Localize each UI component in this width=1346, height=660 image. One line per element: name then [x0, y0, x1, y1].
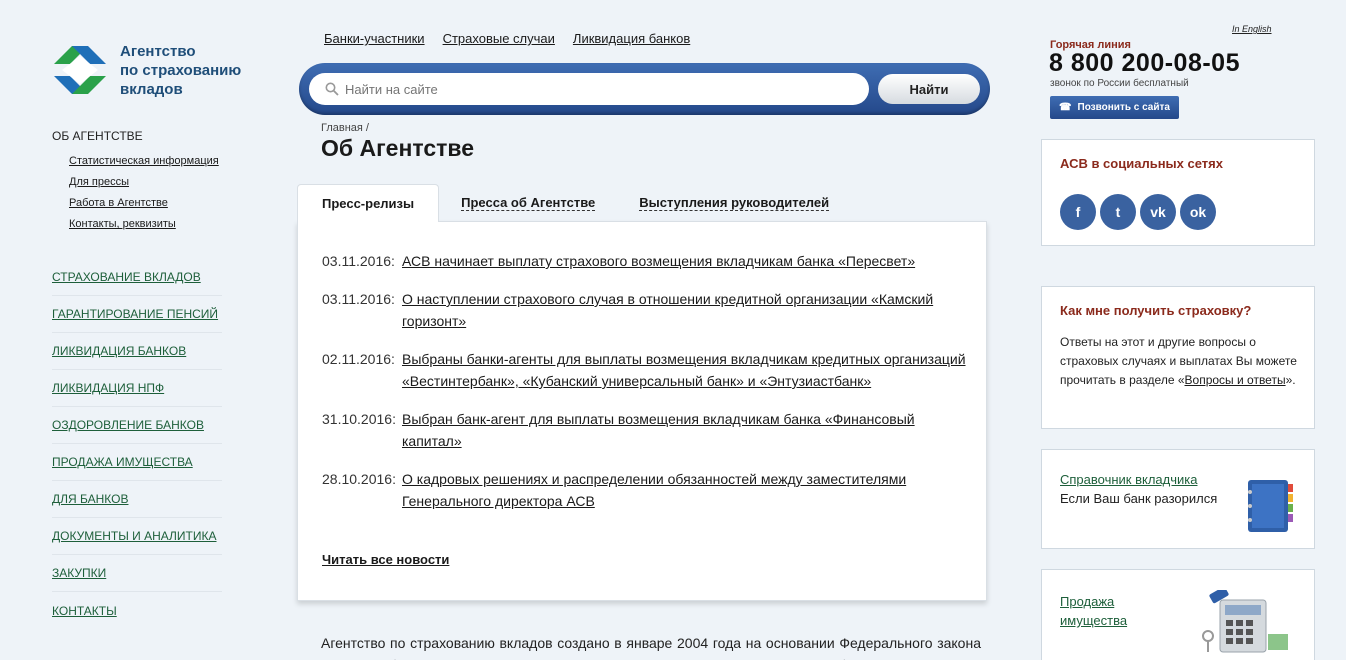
tab-speeches[interactable]: Выступления руководителей [617, 184, 851, 222]
sub-nav-link[interactable]: Для прессы [69, 176, 129, 188]
intro-text: Агентство по страхованию вкладов создано… [321, 635, 981, 660]
search-input[interactable] [345, 81, 845, 97]
news-item: 03.11.2016: АСВ начинает выплату страхов… [322, 250, 972, 272]
sub-nav-link[interactable]: Контакты, реквизиты [69, 218, 176, 230]
odnoklassniki-icon[interactable]: ok [1180, 194, 1216, 230]
main-nav-item: СТРАХОВАНИЕ ВКЛАДОВ [52, 259, 222, 296]
news-item: 28.10.2016: О кадровых решениях и распре… [322, 468, 972, 512]
news-panel: 03.11.2016: АСВ начинает выплату страхов… [297, 221, 987, 601]
sub-nav-link[interactable]: Работа в Агентстве [69, 197, 168, 209]
hotline-number: 8 800 200-08-05 [1049, 49, 1240, 77]
tab-label: Выступления руководителей [639, 194, 830, 211]
main-nav-link[interactable]: ЛИКВИДАЦИЯ НПФ [52, 381, 164, 395]
site-logo[interactable]: Агентство по страхованию вкладов [50, 40, 270, 100]
logo-line: Агентство [120, 42, 196, 60]
search-icon [325, 82, 339, 96]
faq-text-after: ». [1285, 373, 1296, 387]
logo-line: по страхованию [120, 61, 242, 79]
social-icons: f t vk ok [1060, 194, 1216, 230]
main-nav-link[interactable]: ГАРАНТИРОВАНИЕ ПЕНСИЙ [52, 307, 218, 321]
english-version-link[interactable]: In English [1232, 24, 1272, 34]
news-link[interactable]: АСВ начинает выплату страхового возмещен… [402, 250, 972, 272]
news-date: 03.11.2016: [322, 291, 395, 307]
read-all-news-link[interactable]: Читать все новости [322, 552, 449, 567]
main-nav-item: ПРОДАЖА ИМУЩЕСТВА [52, 444, 222, 481]
property-sale-box: Продажа имущества [1041, 569, 1315, 660]
faq-title: Как мне получить страховку? [1060, 303, 1252, 318]
social-box: АСВ в социальных сетях f t vk ok [1041, 139, 1315, 246]
main-nav-link[interactable]: ДЛЯ БАНКОВ [52, 492, 128, 506]
news-date: 28.10.2016: [322, 471, 396, 487]
main-nav-item: ЛИКВИДАЦИЯ НПФ [52, 370, 222, 407]
news-date: 31.10.2016: [322, 411, 396, 427]
tab-press-releases[interactable]: Пресс-релизы [297, 184, 440, 222]
top-links: Банки-участники Страховые случаи Ликвида… [324, 31, 690, 46]
vk-icon[interactable]: vk [1140, 194, 1176, 230]
logo-text: Агентство по страхованию вкладов [120, 42, 241, 99]
sub-nav-item: Для прессы [69, 176, 219, 188]
breadcrumb[interactable]: Главная / [321, 122, 369, 134]
twitter-icon[interactable]: t [1100, 194, 1136, 230]
sub-nav: Статистическая информация Для прессы Раб… [69, 156, 219, 240]
news-item: 03.11.2016: О наступлении страхового слу… [322, 288, 972, 332]
social-title: АСВ в социальных сетях [1060, 156, 1223, 171]
page-title: Об Агентстве [321, 135, 475, 161]
depositor-guide-box: Справочник вкладчика Если Ваш банк разор… [1041, 449, 1315, 549]
depositor-guide-text: Если Ваш банк разорился [1060, 491, 1218, 506]
main-nav-link[interactable]: ОЗДОРОВЛЕНИЕ БАНКОВ [52, 418, 204, 432]
phone-icon: ☎ [1059, 102, 1072, 113]
main-nav-link[interactable]: СТРАХОВАНИЕ ВКЛАДОВ [52, 270, 201, 284]
sub-nav-item: Контакты, реквизиты [69, 218, 219, 230]
main-nav-item: ЛИКВИДАЦИЯ БАНКОВ [52, 333, 222, 370]
nav-section-about[interactable]: ОБ АГЕНТСТВЕ [52, 129, 143, 143]
main-nav-item: ДЛЯ БАНКОВ [52, 481, 222, 518]
sub-nav-item: Работа в Агентстве [69, 197, 219, 209]
call-button-label: Позвонить с сайта [1077, 102, 1170, 113]
search-bar: Найти [299, 63, 990, 115]
main-nav-link[interactable]: КОНТАКТЫ [52, 604, 117, 618]
main-nav-link[interactable]: ПРОДАЖА ИМУЩЕСТВА [52, 455, 193, 469]
depositor-guide-link[interactable]: Справочник вкладчика [1060, 472, 1197, 487]
news-item: 02.11.2016: Выбраны банки-агенты для вып… [322, 348, 972, 392]
tab-label: Пресс-релизы [322, 196, 415, 211]
news-item: 31.10.2016: Выбран банк-агент для выплат… [322, 408, 972, 452]
main-nav-link[interactable]: ДОКУМЕНТЫ И АНАЛИТИКА [52, 529, 217, 543]
news-list: 03.11.2016: АСВ начинает выплату страхов… [322, 250, 972, 528]
logo-icon [54, 46, 106, 94]
news-link[interactable]: О наступлении страхового случая в отноше… [402, 288, 972, 332]
facebook-icon[interactable]: f [1060, 194, 1096, 230]
faq-text: Ответы на этот и другие вопросы о страхо… [1060, 333, 1300, 390]
top-link-insurance-cases[interactable]: Страховые случаи [443, 31, 555, 46]
sub-nav-item: Статистическая информация [69, 155, 219, 167]
property-sale-link[interactable]: Продажа имущества [1060, 592, 1160, 630]
calculator-icon [1202, 590, 1288, 653]
main-nav-item: КОНТАКТЫ [52, 592, 222, 629]
call-from-site-button[interactable]: ☎ Позвонить с сайта [1050, 96, 1179, 119]
main-nav-item: ДОКУМЕНТЫ И АНАЛИТИКА [52, 518, 222, 555]
search-field [309, 73, 869, 105]
sub-nav-link[interactable]: Статистическая информация [69, 155, 219, 167]
binder-icon [1248, 480, 1293, 532]
logo-line: вкладов [120, 80, 183, 98]
main-nav-link[interactable]: ЗАКУПКИ [52, 566, 106, 580]
search-button[interactable]: Найти [878, 74, 980, 104]
tab-press-about[interactable]: Пресса об Агентстве [439, 184, 617, 222]
news-link[interactable]: Выбран банк-агент для выплаты возмещения… [402, 408, 972, 452]
faq-link[interactable]: Вопросы и ответы [1185, 373, 1286, 387]
hotline-note: звонок по России бесплатный [1050, 78, 1189, 89]
news-tabs: Пресс-релизы Пресса об Агентстве Выступл… [297, 184, 851, 222]
main-nav-item: ЗАКУПКИ [52, 555, 222, 592]
tab-label: Пресса об Агентстве [461, 194, 596, 211]
main-nav-item: ГАРАНТИРОВАНИЕ ПЕНСИЙ [52, 296, 222, 333]
top-link-bank-liquidation[interactable]: Ликвидация банков [573, 31, 690, 46]
news-date: 03.11.2016: [322, 253, 395, 269]
main-nav-link[interactable]: ЛИКВИДАЦИЯ БАНКОВ [52, 344, 186, 358]
main-nav: СТРАХОВАНИЕ ВКЛАДОВ ГАРАНТИРОВАНИЕ ПЕНСИ… [52, 259, 222, 629]
news-link[interactable]: О кадровых решениях и распределении обяз… [402, 468, 972, 512]
top-link-member-banks[interactable]: Банки-участники [324, 31, 425, 46]
main-nav-item: ОЗДОРОВЛЕНИЕ БАНКОВ [52, 407, 222, 444]
news-date: 02.11.2016: [322, 351, 395, 367]
news-link[interactable]: Выбраны банки-агенты для выплаты возмеще… [402, 348, 972, 392]
faq-box: Как мне получить страховку? Ответы на эт… [1041, 286, 1315, 429]
